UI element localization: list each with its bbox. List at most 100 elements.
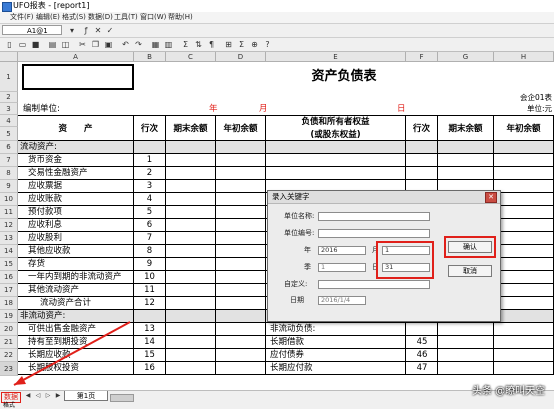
table-cell[interactable] xyxy=(166,141,216,154)
unit-no-field[interactable] xyxy=(318,229,430,238)
liability-line-cell[interactable] xyxy=(406,323,438,336)
asset-line-cell[interactable] xyxy=(134,310,166,323)
asset-label-cell[interactable]: 交易性金融资产 xyxy=(18,167,134,180)
column-header-d[interactable]: D xyxy=(216,52,266,62)
asset-line-cell[interactable]: 10 xyxy=(134,271,166,284)
table-cell[interactable] xyxy=(494,336,554,349)
row-header[interactable]: 12 xyxy=(0,219,18,232)
table-cell[interactable] xyxy=(438,362,494,375)
table-cell[interactable] xyxy=(494,232,554,245)
table-cell[interactable] xyxy=(494,154,554,167)
asset-label-cell[interactable]: 应收票据 xyxy=(18,180,134,193)
table-cell[interactable] xyxy=(494,310,554,323)
table-cell[interactable] xyxy=(216,310,266,323)
print-icon[interactable]: ▤ xyxy=(47,39,58,50)
asset-line-cell[interactable]: 5 xyxy=(134,206,166,219)
asset-label-cell[interactable]: 流动资产: xyxy=(18,141,134,154)
row-header[interactable]: 4 xyxy=(0,115,18,127)
asset-line-cell[interactable]: 7 xyxy=(134,232,166,245)
table-cell[interactable] xyxy=(216,362,266,375)
cut-icon[interactable]: ✂ xyxy=(77,39,88,50)
row-header[interactable]: 7 xyxy=(0,154,18,167)
table-cell[interactable] xyxy=(494,141,554,154)
row-header[interactable]: 22 xyxy=(0,349,18,362)
redo-icon[interactable]: ↷ xyxy=(133,39,144,50)
table-cell[interactable] xyxy=(216,180,266,193)
help-icon[interactable]: ? xyxy=(262,39,273,50)
table-cell[interactable] xyxy=(216,206,266,219)
table-cell[interactable] xyxy=(406,154,438,167)
asset-line-cell[interactable]: 13 xyxy=(134,323,166,336)
table-cell[interactable] xyxy=(216,284,266,297)
liability-line-cell[interactable]: 45 xyxy=(406,336,438,349)
asset-line-cell[interactable]: 9 xyxy=(134,258,166,271)
table-cell[interactable] xyxy=(166,154,216,167)
asset-label-cell[interactable]: 应收利息 xyxy=(18,219,134,232)
table-cell[interactable] xyxy=(166,232,216,245)
selected-cell-a1[interactable] xyxy=(22,64,134,90)
asset-label-cell[interactable]: 其他流动资产 xyxy=(18,284,134,297)
asset-line-cell[interactable]: 16 xyxy=(134,362,166,375)
table-cell[interactable] xyxy=(216,323,266,336)
horizontal-scrollbar[interactable] xyxy=(110,394,134,402)
cancel-button[interactable]: 取消 xyxy=(448,265,492,277)
table-cell[interactable] xyxy=(216,219,266,232)
table-cell[interactable] xyxy=(216,167,266,180)
table-cell[interactable] xyxy=(166,310,216,323)
asset-label-cell[interactable]: 应收股利 xyxy=(18,232,134,245)
table-cell[interactable] xyxy=(438,154,494,167)
liability-label-cell[interactable]: 长期应付款 xyxy=(268,362,404,375)
asset-label-cell[interactable]: 持有至到期投资 xyxy=(18,336,134,349)
table-cell[interactable] xyxy=(406,141,438,154)
row-header[interactable]: 23 xyxy=(0,362,18,376)
table-cell[interactable] xyxy=(406,167,438,180)
row-header[interactable]: 20 xyxy=(0,323,18,336)
table-cell[interactable] xyxy=(438,167,494,180)
column-header-f[interactable]: F xyxy=(406,52,438,62)
row-header[interactable]: 6 xyxy=(0,141,18,154)
sort-icon[interactable]: ⇅ xyxy=(193,39,204,50)
table-cell[interactable] xyxy=(438,349,494,362)
table-cell[interactable] xyxy=(216,271,266,284)
menu-window[interactable]: 窗口(W) xyxy=(140,12,166,23)
liability-line-cell[interactable]: 47 xyxy=(406,362,438,375)
row-header[interactable]: 14 xyxy=(0,245,18,258)
row-header[interactable]: 8 xyxy=(0,167,18,180)
sheet-tab-page1[interactable]: 第1页 xyxy=(64,391,108,401)
table-cell[interactable] xyxy=(494,193,554,206)
row-header[interactable]: 18 xyxy=(0,297,18,310)
column-header-a[interactable]: A xyxy=(18,52,134,62)
liability-label-cell[interactable]: 长期借款 xyxy=(268,336,404,349)
open-file-icon[interactable]: ▭ xyxy=(17,39,28,50)
table-cell[interactable] xyxy=(166,362,216,375)
quarter-field[interactable]: 1 xyxy=(318,263,366,272)
function-icon[interactable]: ƒ xyxy=(80,25,92,36)
sigma-icon[interactable]: Σ xyxy=(236,39,247,50)
liability-line-cell[interactable]: 46 xyxy=(406,349,438,362)
table-cell[interactable] xyxy=(494,258,554,271)
date-field[interactable]: 2016/1/4 xyxy=(318,296,366,305)
grid-icon[interactable]: ⊞ xyxy=(223,39,234,50)
table-cell[interactable] xyxy=(166,180,216,193)
table-icon[interactable]: ▦ xyxy=(150,39,161,50)
table-cell[interactable] xyxy=(166,206,216,219)
custom-field[interactable] xyxy=(318,280,430,289)
next-sheet-icon[interactable]: ▷ xyxy=(44,392,52,400)
row-header[interactable]: 16 xyxy=(0,271,18,284)
row-header[interactable]: 10 xyxy=(0,193,18,206)
asset-line-cell[interactable]: 8 xyxy=(134,245,166,258)
table-cell[interactable] xyxy=(216,193,266,206)
column-header-c[interactable]: C xyxy=(166,52,216,62)
table-cell[interactable] xyxy=(216,297,266,310)
asset-line-cell[interactable]: 15 xyxy=(134,349,166,362)
cancel-edit-icon[interactable]: ✕ xyxy=(92,25,104,36)
asset-label-cell[interactable]: 非流动资产: xyxy=(18,310,134,323)
table-cell[interactable] xyxy=(494,167,554,180)
asset-label-cell[interactable]: 应收账款 xyxy=(18,193,134,206)
table-cell[interactable] xyxy=(216,141,266,154)
menu-format[interactable]: 格式(S) xyxy=(62,12,86,23)
table-cell[interactable] xyxy=(494,284,554,297)
table-cell[interactable] xyxy=(438,336,494,349)
asset-line-cell[interactable]: 3 xyxy=(134,180,166,193)
asset-label-cell[interactable]: 其他应收款 xyxy=(18,245,134,258)
